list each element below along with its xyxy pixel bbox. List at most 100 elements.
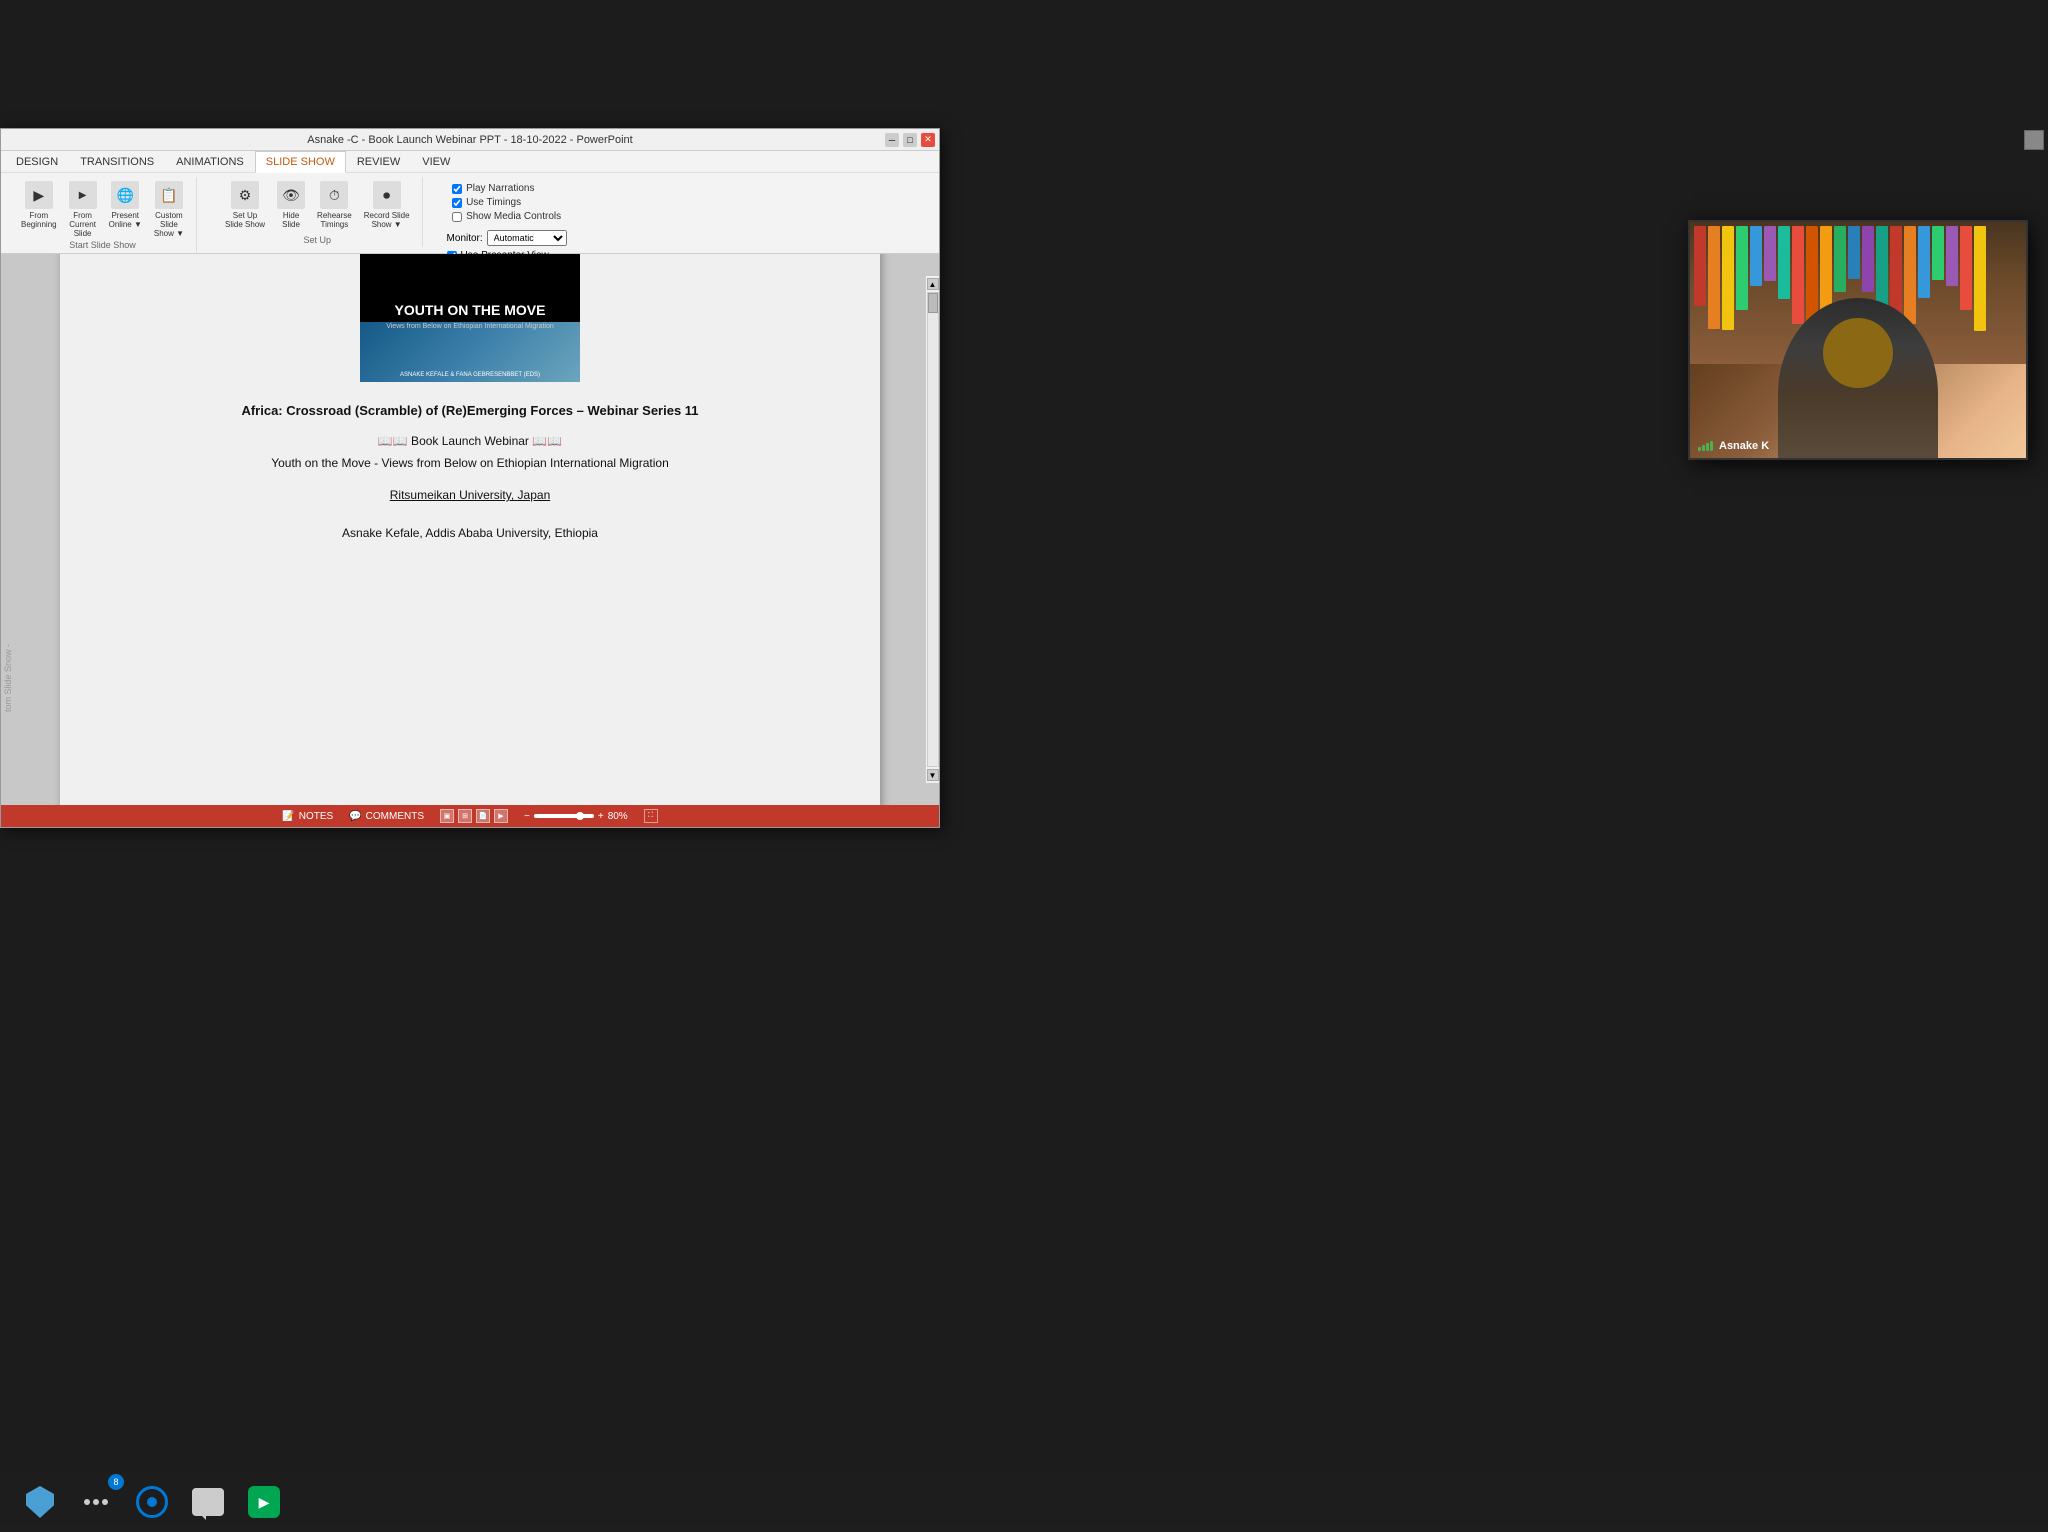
notification-badge: 8 bbox=[108, 1474, 124, 1490]
tab-design[interactable]: DESIGN bbox=[5, 150, 69, 172]
from-current-button[interactable]: ▶ FromCurrentSlide bbox=[65, 179, 101, 240]
taskbar-files-icon[interactable]: ▶ bbox=[244, 1482, 284, 1522]
record-slideshow-button[interactable]: ⏺ Record SlideShow ▼ bbox=[360, 179, 414, 231]
use-timings-checkbox[interactable] bbox=[452, 198, 462, 208]
tab-slideshow[interactable]: SLIDE SHOW bbox=[255, 151, 346, 173]
setup-icon: ⚙ bbox=[231, 181, 259, 209]
zoom-minus[interactable]: − bbox=[524, 811, 530, 822]
comments-button[interactable]: 💬 COMMENTS bbox=[349, 811, 424, 822]
top-right-element bbox=[2024, 130, 2044, 150]
book-spine bbox=[1750, 226, 1762, 286]
signal-bars bbox=[1698, 441, 1713, 451]
book-spine bbox=[1918, 226, 1930, 298]
setup-slideshow-button[interactable]: ⚙ Set UpSlide Show bbox=[221, 179, 269, 231]
slide-scrollbar[interactable]: ▲ ▼ bbox=[925, 276, 939, 783]
taskbar-chat-icon[interactable] bbox=[188, 1482, 228, 1522]
show-media-checkbox[interactable] bbox=[452, 212, 462, 222]
notes-label: NOTES bbox=[299, 811, 333, 822]
book-spine bbox=[1722, 226, 1734, 330]
play-narrations-checkbox[interactable] bbox=[452, 184, 462, 194]
slide-line5: Asnake Kefale, Addis Ababa University, E… bbox=[100, 526, 840, 540]
status-bar: 📝 NOTES 💬 COMMENTS ▣ ⊞ 📄 ▶ − + 80% ⛶ bbox=[1, 805, 939, 827]
hide-slide-button[interactable]: 👁 HideSlide bbox=[273, 179, 309, 231]
play-narrations-item: Play Narrations bbox=[452, 183, 561, 194]
taskbar: 8 ▶ bbox=[0, 1472, 2048, 1532]
book-spine bbox=[1764, 226, 1776, 281]
taskbar-notifications-icon[interactable]: 8 bbox=[76, 1482, 116, 1522]
participant-name: Asnake K bbox=[1719, 440, 1769, 452]
video-content: Asnake K bbox=[1690, 222, 2026, 458]
zoom-plus[interactable]: + bbox=[598, 811, 604, 822]
scroll-track[interactable] bbox=[927, 292, 939, 767]
book-spine bbox=[1848, 226, 1860, 279]
tab-animations[interactable]: ANIMATIONS bbox=[165, 150, 255, 172]
signal-bar-3 bbox=[1706, 443, 1709, 451]
title-bar: Asnake -C - Book Launch Webinar PPT - 18… bbox=[1, 129, 939, 151]
from-beginning-button[interactable]: ▶ FromBeginning bbox=[17, 179, 61, 231]
setup-label: Set Up bbox=[304, 235, 332, 245]
book-spine bbox=[1904, 226, 1916, 324]
book-spine bbox=[1974, 226, 1986, 331]
zoom-thumb bbox=[576, 812, 584, 820]
present-online-icon: 🌐 bbox=[111, 181, 139, 209]
powerpoint-window: Asnake -C - Book Launch Webinar PPT - 18… bbox=[0, 128, 940, 828]
ribbon-tabs: DESIGN TRANSITIONS ANIMATIONS SLIDE SHOW… bbox=[1, 151, 939, 173]
signal-bar-2 bbox=[1702, 445, 1705, 451]
participant-label: Asnake K bbox=[1698, 440, 1769, 452]
custom-slideshow-icon: 📋 bbox=[155, 181, 183, 209]
tab-view[interactable]: VIEW bbox=[411, 150, 461, 172]
fit-to-window-button[interactable]: ⛶ bbox=[644, 809, 658, 823]
monitor-select[interactable]: Automatic bbox=[487, 230, 567, 246]
minimize-button[interactable]: ─ bbox=[885, 133, 899, 147]
book-spine bbox=[1694, 226, 1706, 306]
book-cover-subtitle: Views from Below on Ethiopian Internatio… bbox=[386, 323, 554, 330]
rehearse-timings-button[interactable]: ⏱ RehearseTimings bbox=[313, 179, 356, 231]
slideshow-button[interactable]: ▶ bbox=[494, 809, 508, 823]
start-show-label: Start Slide Show bbox=[69, 240, 136, 250]
show-media-label: Show Media Controls bbox=[466, 211, 561, 222]
notes-button[interactable]: 📝 NOTES bbox=[282, 811, 333, 822]
tab-review[interactable]: REVIEW bbox=[346, 150, 411, 172]
custom-slideshow-button[interactable]: 📋 CustomSlideShow ▼ bbox=[150, 179, 188, 240]
dots-icon bbox=[84, 1499, 108, 1505]
taskbar-browser-icon[interactable] bbox=[132, 1482, 172, 1522]
taskbar-security-icon[interactable] bbox=[20, 1482, 60, 1522]
book-spine bbox=[1862, 226, 1874, 292]
zoom-controls: − + 80% bbox=[524, 811, 628, 822]
use-timings-item: Use Timings bbox=[452, 197, 561, 208]
title-bar-controls: ─ □ ✕ bbox=[885, 133, 935, 147]
slide-line1: Africa: Crossroad (Scramble) of (Re)Emer… bbox=[100, 402, 840, 420]
hide-icon: 👁 bbox=[277, 181, 305, 209]
book-cover-authors: ASNAKE KEFALE & FANA GEBRESENBBET (EDS) bbox=[360, 372, 580, 378]
ribbon-group-setup: ⚙ Set UpSlide Show 👁 HideSlide ⏱ Rehears… bbox=[213, 177, 423, 247]
normal-view-button[interactable]: ▣ bbox=[440, 809, 454, 823]
slide-line3: Youth on the Move - Views from Below on … bbox=[100, 456, 840, 470]
from-current-icon: ▶ bbox=[69, 181, 97, 209]
maximize-button[interactable]: □ bbox=[903, 133, 917, 147]
reading-view-button[interactable]: 📄 bbox=[476, 809, 490, 823]
shield-icon bbox=[26, 1486, 54, 1518]
book-spine bbox=[1778, 226, 1790, 299]
present-online-button[interactable]: 🌐 PresentOnline ▼ bbox=[105, 179, 146, 231]
zoom-percent: 80% bbox=[608, 811, 628, 822]
monitor-label: Monitor: bbox=[447, 233, 483, 244]
zoom-slider[interactable] bbox=[534, 814, 594, 818]
video-overlay: Asnake K bbox=[1688, 220, 2028, 460]
slide-panel: tom Slide Snow - YOUTH ON THE MOVE Views… bbox=[1, 254, 939, 805]
book-cover: YOUTH ON THE MOVE Views from Below on Et… bbox=[360, 254, 580, 382]
slide-content[interactable]: YOUTH ON THE MOVE Views from Below on Et… bbox=[60, 254, 880, 805]
book-spine bbox=[1932, 226, 1944, 280]
comments-icon: 💬 bbox=[349, 811, 361, 822]
ribbon: DESIGN TRANSITIONS ANIMATIONS SLIDE SHOW… bbox=[1, 151, 939, 254]
browser-icon bbox=[136, 1486, 168, 1518]
slide-text: Africa: Crossroad (Scramble) of (Re)Emer… bbox=[100, 402, 840, 540]
scroll-down-arrow[interactable]: ▼ bbox=[927, 769, 939, 781]
setup-buttons: ⚙ Set UpSlide Show 👁 HideSlide ⏱ Rehears… bbox=[221, 179, 414, 231]
close-button[interactable]: ✕ bbox=[921, 133, 935, 147]
scroll-thumb[interactable] bbox=[928, 293, 938, 313]
slide-sorter-button[interactable]: ⊞ bbox=[458, 809, 472, 823]
scroll-up-arrow[interactable]: ▲ bbox=[927, 278, 939, 290]
tab-transitions[interactable]: TRANSITIONS bbox=[69, 150, 165, 172]
signal-bar-1 bbox=[1698, 447, 1701, 451]
files-icon: ▶ bbox=[248, 1486, 280, 1518]
